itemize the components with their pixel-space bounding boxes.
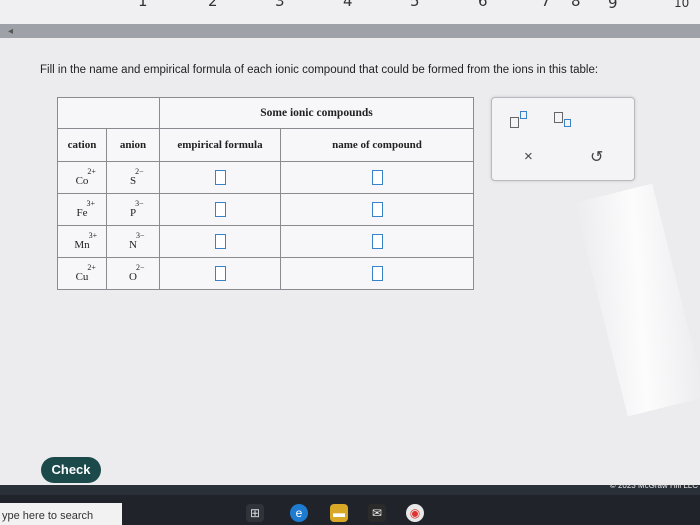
compound-name-cell [280, 225, 474, 258]
cation-symbol: Co [75, 174, 89, 187]
empirical-formula-cell [159, 225, 281, 258]
taskbar-search-input[interactable]: ype here to search [0, 503, 122, 525]
footer-bar [0, 485, 700, 495]
cation-cell: Mn 3+ [57, 225, 107, 258]
cation-cell: Fe 3+ [57, 193, 107, 226]
base-box-icon [554, 112, 563, 123]
cation-symbol: Mn [74, 238, 90, 251]
key-7: 7 [541, 0, 551, 10]
task-view-icon[interactable]: ⊞ [246, 504, 264, 522]
anion-cell: P 3− [106, 193, 160, 226]
compound-name-cell [280, 257, 474, 290]
mail-icon[interactable]: ✉ [368, 504, 386, 522]
table-row: Mn 3+ N 3− [57, 225, 474, 258]
cation-charge: 3+ [86, 198, 96, 208]
cation-charge: 3+ [88, 230, 98, 240]
empirical-formula-cell [159, 161, 281, 194]
anion-cell: S 2− [106, 161, 160, 194]
table-row: Co 2+ S 2− [57, 161, 474, 194]
key-1: 1 [138, 0, 148, 10]
header-cation: cation [57, 128, 107, 162]
cation-symbol: Fe [76, 206, 88, 219]
header-name-of-compound: name of compound [280, 128, 474, 162]
key-10: 10 [674, 0, 690, 10]
keyboard-strip: 1 2 3 4 5 6 7 8 9 10 [0, 0, 700, 26]
key-9: 9 [608, 0, 618, 12]
empirical-formula-cell [159, 257, 281, 290]
compound-name-input[interactable] [371, 266, 383, 281]
cation-cell: Co 2+ [57, 161, 107, 194]
cation-cell: Cu 2+ [57, 257, 107, 290]
collapse-arrow-icon[interactable]: ◂ [8, 26, 13, 37]
chrome-browser-icon[interactable]: ◉ [406, 504, 424, 522]
copyright-text: © 2023 McGraw Hill LLC [609, 481, 698, 490]
anion-charge: 2− [135, 262, 145, 272]
table-caption: Some ionic compounds [159, 97, 474, 129]
superscript-template-button[interactable] [510, 110, 532, 128]
edge-browser-icon[interactable]: e [290, 504, 308, 522]
anion-symbol: S [129, 174, 137, 187]
anion-charge: 3− [135, 198, 144, 208]
empirical-formula-cell [159, 193, 281, 226]
header-anion: anion [106, 128, 160, 162]
subscript-template-button[interactable] [554, 110, 576, 128]
table-corner [57, 97, 160, 129]
header-empirical-formula: empirical formula [159, 128, 281, 162]
empirical-formula-input[interactable] [214, 266, 226, 281]
question-instruction: Fill in the name and empirical formula o… [40, 64, 599, 76]
check-button[interactable]: Check [41, 457, 101, 483]
cation-charge: 2+ [87, 166, 96, 176]
compound-name-input[interactable] [371, 170, 383, 185]
cation-symbol: Cu [75, 270, 89, 283]
file-explorer-icon[interactable]: ▬ [330, 504, 348, 522]
undo-button[interactable]: ↺ [590, 147, 603, 167]
undo-icon: ↺ [590, 149, 604, 166]
superscript-box-icon [520, 111, 527, 119]
compound-name-input[interactable] [371, 202, 383, 217]
anion-cell: O 2− [106, 257, 160, 290]
empirical-formula-input[interactable] [214, 170, 226, 185]
os-taskbar: ype here to search ⊞ e ▬ ✉ ◉ [0, 495, 700, 525]
key-2: 2 [208, 0, 218, 10]
screen-top-bar [0, 24, 700, 38]
compound-name-input[interactable] [371, 234, 383, 249]
key-4: 4 [343, 0, 353, 10]
anion-symbol: N [129, 238, 137, 251]
base-box-icon [510, 117, 519, 128]
cation-charge: 2+ [87, 262, 96, 272]
clear-button[interactable]: × [524, 148, 533, 165]
table-row: Cu 2+ O 2− [57, 257, 474, 290]
table-row: Fe 3+ P 3− [57, 193, 474, 226]
key-3: 3 [275, 0, 285, 10]
compound-name-cell [280, 193, 474, 226]
close-icon: × [524, 148, 533, 165]
subscript-box-icon [564, 119, 571, 127]
empirical-formula-input[interactable] [214, 234, 226, 249]
empirical-formula-input[interactable] [214, 202, 226, 217]
compound-name-cell [280, 161, 474, 194]
anion-charge: 2− [135, 166, 144, 176]
anion-cell: N 3− [106, 225, 160, 258]
anion-charge: 3− [135, 230, 145, 240]
math-tool-palette: × ↺ [491, 97, 635, 181]
key-5: 5 [410, 0, 420, 10]
key-6: 6 [478, 0, 488, 10]
ionic-compounds-table: Some ionic compounds cation anion empiri… [57, 97, 474, 290]
key-8: 8 [571, 0, 581, 10]
anion-symbol: O [129, 270, 137, 283]
anion-symbol: P [129, 206, 137, 219]
